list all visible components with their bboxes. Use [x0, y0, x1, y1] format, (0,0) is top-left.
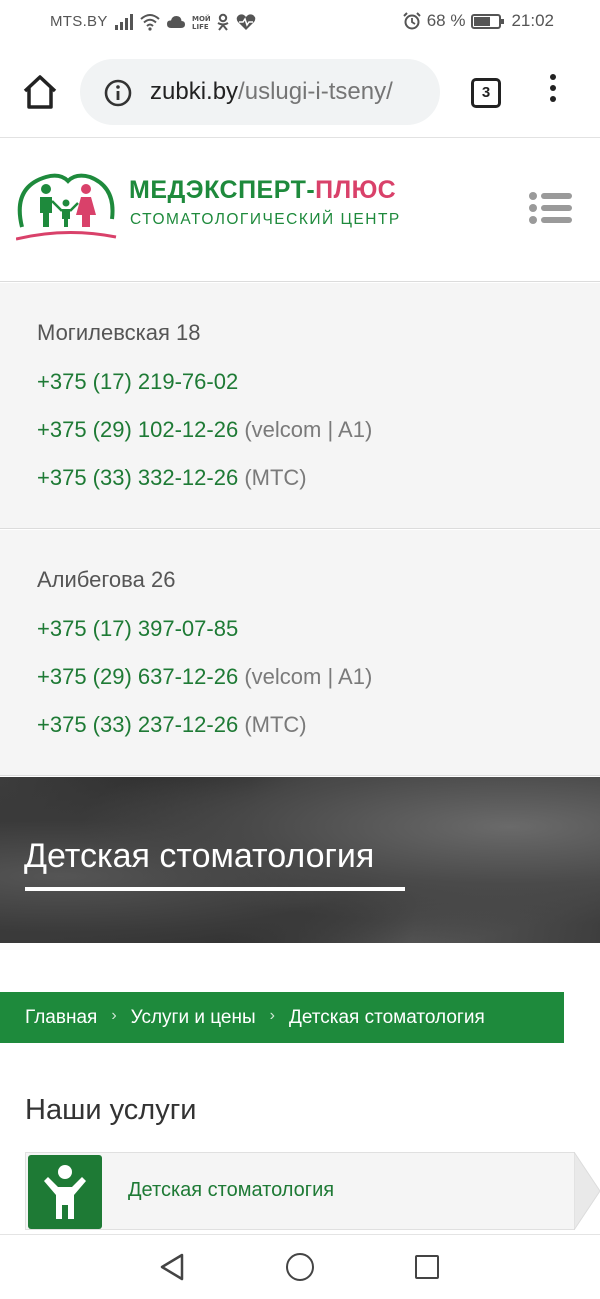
info-icon[interactable]: [104, 79, 132, 107]
child-icon: [28, 1155, 102, 1229]
chevron-right-icon: ›: [111, 1006, 117, 1024]
phone-link[interactable]: +375 (29) 637-12-26 (velcom | A1): [37, 664, 372, 690]
brand-title-main: МЕДЭКСПЕРТ-: [129, 176, 316, 204]
phone-link[interactable]: +375 (17) 219-76-02: [37, 369, 238, 395]
home-icon[interactable]: [20, 74, 60, 110]
alarm-icon: [402, 12, 421, 30]
mts-life-icon: MOЙLIFE: [192, 14, 210, 31]
phone-link[interactable]: +375 (33) 237-12-26 (МТС): [37, 712, 307, 738]
breadcrumb-current: Детская стоматология: [288, 1006, 485, 1028]
hero-banner: Детская стоматология: [0, 777, 600, 943]
service-label[interactable]: Детская стоматология: [128, 1179, 334, 1202]
services-heading: Наши услуги: [25, 1094, 197, 1126]
url-path: /uslugi-i-tseny/: [238, 78, 393, 105]
cloud-icon: [167, 16, 185, 28]
signal-icon: [115, 14, 133, 30]
battery-level: [474, 16, 491, 26]
breadcrumb: Главная › Услуги и цены › Детская стомат…: [0, 992, 564, 1043]
brand-subtitle: СТОМАТОЛОГИЧЕСКИЙ ЦЕНТР: [130, 211, 401, 228]
battery-icon: [471, 13, 505, 29]
site-header: МЕДЭКСПЕРТ-ПЛЮС СТОМАТОЛОГИЧЕСКИЙ ЦЕНТР: [0, 139, 600, 282]
phone-operator: (velcom | A1): [238, 417, 373, 442]
phone-number[interactable]: +375 (33) 332-12-26: [37, 465, 238, 490]
status-bar: MTS.BY MOЙ LIFE 68 % 21:02: [0, 0, 600, 44]
battery-percent: 68 %: [426, 11, 466, 30]
phone-number[interactable]: +375 (17) 219-76-02: [37, 369, 238, 394]
brand-title-accent: ПЛЮС: [315, 176, 397, 204]
page-title: Детская стоматология: [24, 837, 375, 875]
hamburger-menu-icon[interactable]: [528, 191, 572, 225]
chevron-right-icon: ›: [269, 1006, 275, 1024]
title-underline: [25, 887, 405, 891]
phone-number[interactable]: +375 (33) 237-12-26: [37, 712, 238, 737]
phone-operator: (МТС): [238, 465, 307, 490]
address-bar[interactable]: zubki.by/uslugi-i-tseny/: [80, 59, 440, 125]
tab-switcher-button[interactable]: 3: [471, 78, 501, 108]
status-icons: MOЙ LIFE: [114, 11, 256, 33]
back-icon[interactable]: [158, 1252, 186, 1282]
more-menu-icon[interactable]: [546, 74, 560, 110]
clock: 21:02: [511, 11, 554, 30]
url-text[interactable]: zubki.by/uslugi-i-tseny/: [150, 78, 393, 106]
browser-toolbar: zubki.by/uslugi-i-tseny/ 3: [0, 44, 600, 138]
phone-link[interactable]: +375 (33) 332-12-26 (МТС): [37, 465, 307, 491]
odnoklassniki-icon: [217, 13, 229, 31]
contact-block-mogilevskaya: Могилевская 18 +375 (17) 219-76-02 +375 …: [0, 283, 600, 529]
phone-number[interactable]: +375 (29) 102-12-26: [37, 417, 238, 442]
carrier-label: MTS.BY: [50, 13, 108, 30]
heart-pulse-icon: [236, 14, 256, 30]
wifi-icon: [140, 14, 160, 31]
phone-number[interactable]: +375 (17) 397-07-85: [37, 616, 238, 641]
contact-block-alibegova: Алибегова 26 +375 (17) 397-07-85 +375 (2…: [0, 530, 600, 776]
breadcrumb-home[interactable]: Главная: [25, 1007, 97, 1029]
home-nav-icon[interactable]: [286, 1253, 314, 1281]
phone-link[interactable]: +375 (17) 397-07-85: [37, 616, 238, 642]
phone-number[interactable]: +375 (29) 637-12-26: [37, 664, 238, 689]
breadcrumb-services[interactable]: Услуги и цены: [131, 1007, 256, 1029]
url-host: zubki.by: [150, 78, 239, 105]
recent-apps-icon[interactable]: [415, 1255, 439, 1279]
svg-text:LIFE: LIFE: [192, 23, 209, 31]
status-right: 68 % 21:02: [402, 11, 554, 31]
brand-title[interactable]: МЕДЭКСПЕРТ-ПЛЮС: [129, 176, 396, 205]
phone-link[interactable]: +375 (29) 102-12-26 (velcom | A1): [37, 417, 372, 443]
address-label: Алибегова 26: [37, 567, 176, 592]
logo-icon[interactable]: [16, 167, 120, 245]
system-nav-bar: [0, 1234, 600, 1299]
service-item-kids-dentistry[interactable]: Детская стоматология: [25, 1152, 575, 1230]
phone-operator: (velcom | A1): [238, 664, 373, 689]
phone-operator: (МТС): [238, 712, 307, 737]
service-arrow-icon: [574, 1152, 600, 1230]
svg-text:MOЙ: MOЙ: [192, 14, 210, 23]
address-label: Могилевская 18: [37, 320, 201, 345]
